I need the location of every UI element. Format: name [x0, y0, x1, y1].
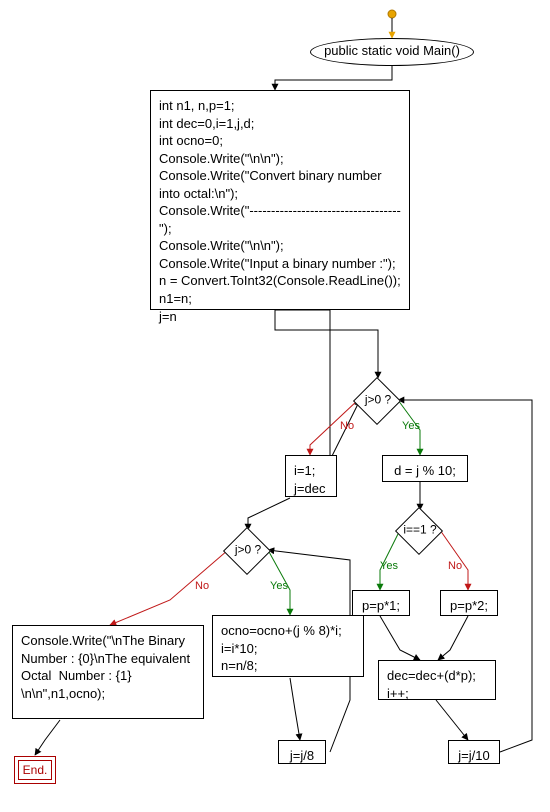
node-init-label: int n1, n,p=1; int dec=0,i=1,j,d; int oc…: [159, 98, 401, 324]
node-b3: j=j/10: [448, 740, 500, 764]
node-b1-label: d = j % 10;: [394, 463, 456, 478]
node-end-label: End.: [23, 763, 48, 777]
node-b2-label: dec=dec+(d*p); i++;: [387, 668, 476, 701]
node-b2: dec=dec+(d*p); i++;: [378, 660, 496, 700]
node-d2: i==1 ?: [388, 508, 452, 552]
edge-d3-yes: Yes: [270, 580, 288, 592]
node-b1: d = j % 10;: [382, 455, 468, 482]
node-p1: p=p*1;: [352, 590, 410, 616]
edge-d3-no: No: [195, 580, 209, 592]
node-out: Console.Write("\nThe Binary Number : {0}…: [12, 625, 204, 719]
node-init: int n1, n,p=1; int dec=0,i=1,j,d; int oc…: [150, 90, 410, 310]
node-p2: p=p*2;: [440, 590, 498, 616]
edge-d1-no: No: [340, 420, 354, 432]
node-d1: j>0 ?: [348, 378, 408, 422]
node-p1-label: p=p*1;: [362, 598, 400, 613]
node-b6-label: j=j/8: [290, 748, 314, 763]
node-d3-label: j>0 ?: [218, 543, 278, 556]
edge-d2-yes: Yes: [380, 560, 398, 572]
node-b4-label: i=1; j=dec: [294, 463, 325, 496]
node-b3-label: j=j/10: [458, 748, 489, 763]
node-b5-label: ocno=ocno+(j % 8)*i; i=i*10; n=n/8;: [221, 623, 342, 673]
node-b5: ocno=ocno+(j % 8)*i; i=i*10; n=n/8;: [212, 615, 364, 677]
node-main: public static void Main(): [310, 38, 474, 66]
node-b6: j=j/8: [278, 740, 326, 764]
node-p2-label: p=p*2;: [450, 598, 488, 613]
edge-d2-no: No: [448, 560, 462, 572]
node-out-label: Console.Write("\nThe Binary Number : {0}…: [21, 633, 194, 701]
edge-d1-yes: Yes: [402, 420, 420, 432]
node-b4: i=1; j=dec: [285, 455, 337, 497]
node-d1-label: j>0 ?: [348, 393, 408, 406]
node-end: End.: [14, 756, 56, 784]
node-d3: j>0 ?: [218, 528, 278, 572]
node-main-label: public static void Main(): [324, 43, 460, 58]
node-d2-label: i==1 ?: [388, 523, 452, 536]
